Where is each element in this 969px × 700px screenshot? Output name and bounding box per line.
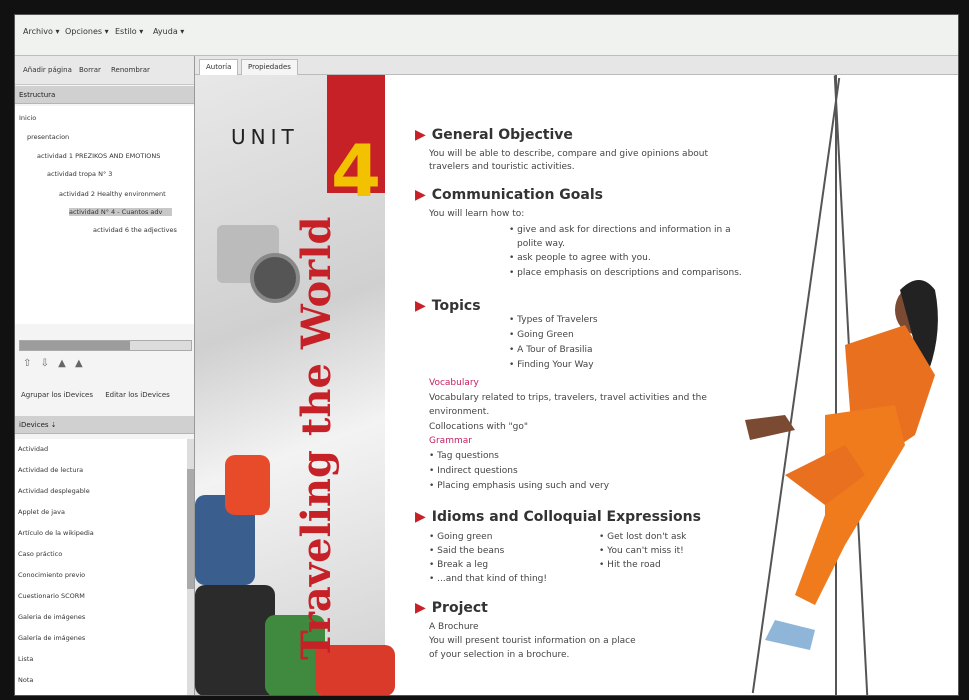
section-heading: Project	[431, 600, 488, 616]
editor-tabs: Autoría Propiedades	[195, 56, 958, 75]
text-line: Vocabulary related to trips, travelers, …	[429, 393, 707, 403]
app-window: Archivo ▾ Opciones ▾ Estilo ▾ Ayuda ▾ Añ…	[14, 14, 959, 696]
list-item[interactable]: Actividad de lectura	[18, 466, 83, 474]
text-line: You will present tourist information on …	[429, 636, 636, 646]
tree-node[interactable]: actividad 1 PREZIKOS AND EMOTIONS	[37, 152, 160, 160]
page-preview: UNIT 4 Traveling the World ▶ General Obje…	[195, 75, 958, 695]
add-page-button[interactable]: Añadir página	[23, 66, 72, 74]
section-heading: Idioms and Colloquial Expressions	[431, 509, 701, 525]
list-item[interactable]: Nota	[18, 676, 33, 684]
bullet-item: • Tag questions	[429, 451, 499, 461]
list-item[interactable]: Lista	[18, 655, 33, 663]
section-arrow-icon: ▶	[415, 187, 426, 203]
scrollbar-thumb[interactable]	[20, 341, 130, 350]
text-line: Collocations with "go"	[429, 422, 529, 432]
bullet-item: • ask people to agree with you.	[509, 253, 651, 263]
section-idioms: ▶ Idioms and Colloquial Expressions	[415, 509, 701, 525]
section-arrow-icon: ▶	[415, 127, 426, 143]
bullet-item: • You can't miss it!	[599, 546, 684, 556]
move-up-icon[interactable]: ▲	[58, 358, 66, 369]
menu-opciones[interactable]: Opciones ▾	[65, 27, 109, 36]
bullet-item: • Types of Travelers	[509, 315, 598, 325]
section-heading: Communication Goals	[431, 187, 603, 203]
text-line: travelers and touristic activities.	[429, 162, 575, 172]
menu-ayuda[interactable]: Ayuda ▾	[153, 27, 184, 36]
bullet-item: • ...and that kind of thing!	[429, 574, 547, 584]
climber-figure	[745, 280, 938, 650]
unit-number: 4	[331, 129, 382, 213]
edit-idevices-button[interactable]: Editar los iDevices	[105, 391, 170, 399]
structure-tree: Inicio presentacion actividad 1 PREZIKOS…	[15, 106, 194, 324]
list-item[interactable]: Actividad	[18, 445, 48, 453]
scrollbar-thumb[interactable]	[187, 469, 194, 589]
menu-estilo[interactable]: Estilo ▾	[115, 27, 143, 36]
section-arrow-icon: ▶	[415, 509, 426, 525]
structure-toolbar: Añadir página Borrar Renombrar	[15, 56, 194, 85]
section-topics: ▶ Topics	[415, 298, 481, 314]
promote-icon[interactable]: ⇧	[23, 358, 31, 369]
menu-bar: Archivo ▾ Opciones ▾ Estilo ▾ Ayuda ▾	[15, 15, 958, 56]
tab-autoria[interactable]: Autoría	[199, 59, 239, 75]
section-heading: General Objective	[431, 127, 573, 143]
tree-node[interactable]: Inicio	[19, 114, 36, 122]
idevice-buttons: Agrupar los iDevices Editar los iDevices	[21, 391, 170, 399]
bullet-item: • Going Green	[509, 330, 574, 340]
menu-archivo[interactable]: Archivo ▾	[23, 27, 59, 36]
tree-node[interactable]: actividad 6 the adjectives	[93, 226, 177, 234]
bullet-item: • Finding Your Way	[509, 360, 594, 370]
tree-node-selected[interactable]: actividad N° 4 - Cuantos adv	[69, 208, 173, 216]
unit-title: Traveling the World	[293, 216, 340, 660]
node-move-arrows: ⇧ ⇩ ▲ ▲	[23, 358, 89, 369]
section-arrow-icon: ▶	[415, 298, 426, 314]
bullet-item: • Going green	[429, 532, 493, 542]
section-communication-goals: ▶ Communication Goals	[415, 187, 603, 203]
bullet-item: • Hit the road	[599, 560, 661, 570]
list-item[interactable]: Actividad desplegable	[18, 487, 90, 495]
vocabulary-label: Vocabulary	[429, 378, 479, 388]
section-arrow-icon: ▶	[415, 600, 426, 616]
tree-node[interactable]: actividad 2 Healthy environment	[59, 190, 166, 198]
idevices-list: Actividad Actividad de lectura Actividad…	[15, 439, 187, 695]
bullet-item: • Break a leg	[429, 560, 489, 570]
tree-horizontal-scrollbar[interactable]	[19, 340, 192, 351]
section-heading: Topics	[431, 298, 481, 314]
text-line: You will be able to describe, compare an…	[429, 149, 709, 159]
section-project: ▶ Project	[415, 600, 488, 616]
tree-node[interactable]: presentacion	[27, 133, 69, 141]
tab-propiedades[interactable]: Propiedades	[241, 59, 298, 75]
move-down-icon[interactable]: ▲	[75, 358, 83, 369]
text-line: of your selection in a brochure.	[429, 650, 570, 660]
group-idevices-button[interactable]: Agrupar los iDevices	[21, 391, 93, 399]
list-item[interactable]: Artículo de la wikipedia	[18, 529, 94, 537]
delete-button[interactable]: Borrar	[79, 66, 101, 74]
idevices-vertical-scrollbar[interactable]	[187, 439, 194, 695]
bullet-item: • A Tour of Brasilia	[509, 345, 593, 355]
left-panel: Añadir página Borrar Renombrar Estructur…	[15, 56, 195, 695]
section-general-objective: ▶ General Objective	[415, 127, 573, 143]
idevices-header[interactable]: iDevices ⇣	[15, 416, 194, 434]
bullet-item: • Get lost don't ask	[599, 532, 687, 542]
editor-panel: Autoría Propiedades UNIT 4 Traveling the…	[195, 56, 958, 695]
list-item[interactable]: Conocimiento previo	[18, 571, 85, 579]
list-item[interactable]: Caso práctico	[18, 550, 62, 558]
text-line: polite way.	[517, 239, 565, 249]
text-line: You will learn how to:	[429, 209, 525, 219]
list-item[interactable]: Galería de imágenes	[18, 634, 85, 642]
structure-header: Estructura	[15, 86, 194, 104]
unit-label: UNIT	[231, 125, 299, 149]
climber-photo	[675, 75, 958, 695]
grammar-label: Grammar	[429, 436, 472, 446]
rename-button[interactable]: Renombrar	[111, 66, 150, 74]
bullet-item: • Indirect questions	[429, 466, 518, 476]
text-line: A Brochure	[429, 622, 479, 632]
bullet-item: • Placing emphasis using such and very	[429, 481, 610, 491]
demote-icon[interactable]: ⇩	[41, 358, 49, 369]
text-line: environment.	[429, 407, 490, 417]
list-item[interactable]: Galeria de imágenes	[18, 613, 85, 621]
list-item[interactable]: Cuestionario SCORM	[18, 592, 85, 600]
bullet-item: • Said the beans	[429, 546, 505, 556]
list-item[interactable]: Applet de java	[18, 508, 65, 516]
tree-node[interactable]: actividad tropa N° 3	[47, 170, 112, 178]
